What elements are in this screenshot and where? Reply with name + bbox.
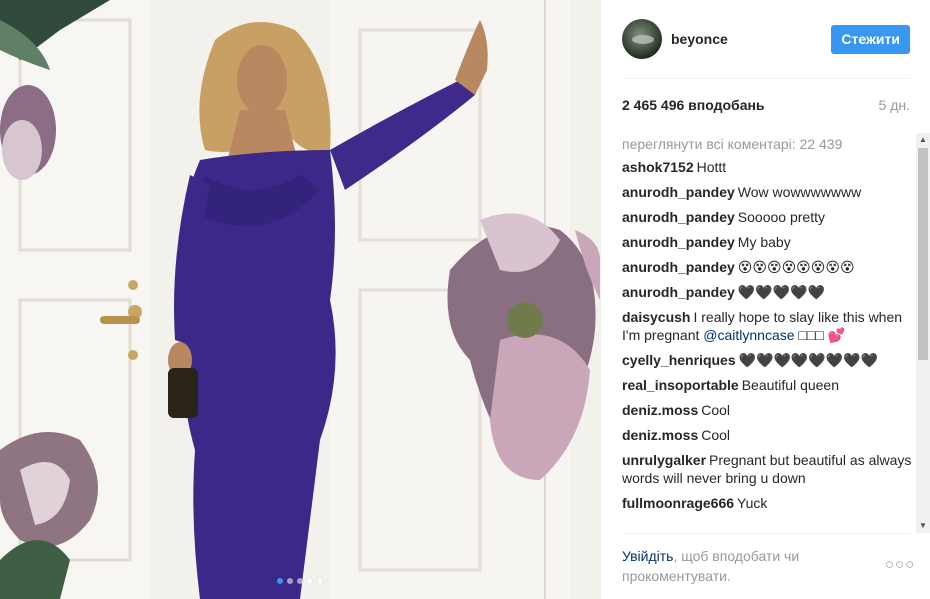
comment-author-link[interactable]: anurodh_pandey <box>622 209 735 225</box>
follow-button[interactable]: Стежити <box>831 24 910 54</box>
comment-author-link[interactable]: anurodh_pandey <box>622 184 735 200</box>
comments-scrollbar[interactable]: ▲ ▼ <box>916 133 930 533</box>
comment-text: Hottt <box>696 159 727 175</box>
view-all-comments-link[interactable]: переглянути всі коментарі: 22 439 <box>622 134 914 154</box>
carousel-dot[interactable] <box>317 578 323 584</box>
post-header: beyonce Стежити <box>622 18 910 60</box>
comment-text: 🖤🖤🖤🖤🖤🖤🖤🖤 <box>738 352 879 368</box>
comment-text-tail: □□□ 💕 <box>794 327 846 343</box>
comment-author-link[interactable]: deniz.moss <box>622 402 698 418</box>
header-divider <box>622 78 910 79</box>
comment-author-link[interactable]: anurodh_pandey <box>622 234 735 250</box>
comment-author-link[interactable]: real_insoportable <box>622 377 739 393</box>
carousel-dot[interactable] <box>287 578 293 584</box>
login-link[interactable]: Увійдіть <box>622 548 673 564</box>
comment-author-link[interactable]: cyelly_henriques <box>622 352 736 368</box>
footer-divider <box>622 533 910 534</box>
comment-item: daisycush I really hope to slay like this… <box>622 308 914 344</box>
comment-item: anurodh_pandey My baby <box>622 233 914 251</box>
avatar[interactable] <box>622 19 662 59</box>
comment-author-link[interactable]: anurodh_pandey <box>622 259 735 275</box>
comment-text: Cool <box>701 402 731 418</box>
comment-author-link[interactable]: deniz.moss <box>622 427 698 443</box>
comment-item: cyelly_henriques 🖤🖤🖤🖤🖤🖤🖤🖤 <box>622 351 914 369</box>
comment-item: unrulygalker Pregnant but beautiful as al… <box>622 451 914 487</box>
comment-author-link[interactable]: ashok7152 <box>622 159 694 175</box>
likes-row: 2 465 496 вподобань 5 дн. <box>622 97 910 113</box>
comment-author-link[interactable]: daisycush <box>622 309 690 325</box>
comments-list[interactable]: переглянути всі коментарі: 22 439 ashok7… <box>622 134 914 534</box>
username-link[interactable]: beyonce <box>671 31 728 47</box>
carousel-dot[interactable] <box>277 578 283 584</box>
more-options-icon[interactable]: ○○○ <box>885 557 915 572</box>
carousel-dot[interactable] <box>297 578 303 584</box>
comment-item: anurodh_pandey 🖤🖤🖤🖤🖤 <box>622 283 914 301</box>
comment-text: Beautiful queen <box>741 377 840 393</box>
comment-text: Wow wowwwwwww <box>737 184 862 200</box>
comment-author-link[interactable]: unrulygalker <box>622 452 706 468</box>
comment-item: anurodh_pandey 😵😵😵😵😵😵😵😵 <box>622 258 914 276</box>
carousel-dot[interactable] <box>307 578 313 584</box>
comment-item: fullmoonrage666 Yuck <box>622 494 914 512</box>
comment-text: 🖤🖤🖤🖤🖤 <box>737 284 825 300</box>
comment-item: deniz.moss Cool <box>622 426 914 444</box>
post-photo[interactable] <box>0 0 600 599</box>
comment-item: anurodh_pandey Sooooo pretty <box>622 208 914 226</box>
comment-text: My baby <box>737 234 791 250</box>
comment-text: Cool <box>701 427 731 443</box>
scroll-down-arrow-icon[interactable]: ▼ <box>916 519 930 533</box>
carousel-indicator[interactable] <box>0 578 600 584</box>
post-age[interactable]: 5 дн. <box>879 97 910 113</box>
comment-item: deniz.moss Cool <box>622 401 914 419</box>
comment-author-link[interactable]: fullmoonrage666 <box>622 495 734 511</box>
comment-mention-link[interactable]: @caitlynncase <box>703 327 794 343</box>
scroll-thumb[interactable] <box>918 148 928 360</box>
post-image <box>0 0 600 599</box>
comment-author-link[interactable]: anurodh_pandey <box>622 284 735 300</box>
comment-item: real_insoportable Beautiful queen <box>622 376 914 394</box>
likes-count[interactable]: 2 465 496 вподобань <box>622 97 765 113</box>
scroll-up-arrow-icon[interactable]: ▲ <box>916 133 930 147</box>
comment-text: Yuck <box>737 495 768 511</box>
comment-item: anurodh_pandey Wow wowwwwwww <box>622 183 914 201</box>
login-prompt: Увійдіть, щоб вподобати чи прокоментуват… <box>622 546 910 586</box>
comment-text: 😵😵😵😵😵😵😵😵 <box>737 259 855 275</box>
comment-text: Sooooo pretty <box>737 209 825 225</box>
comment-item: ashok7152 Hottt <box>622 158 914 176</box>
